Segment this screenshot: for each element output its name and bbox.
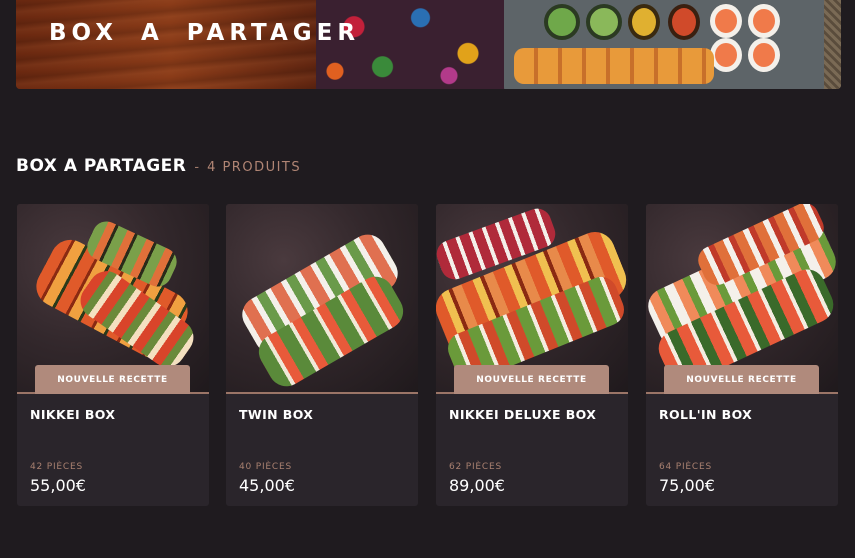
- category-banner: BOX A PARTAGER: [16, 0, 841, 89]
- product-name[interactable]: TWIN BOX: [239, 407, 313, 422]
- product-price: 55,00€: [30, 476, 86, 495]
- section-title: BOX A PARTAGER: [16, 156, 187, 176]
- product-image[interactable]: [226, 204, 418, 394]
- product-name[interactable]: NIKKEI DELUXE BOX: [449, 407, 596, 422]
- new-recipe-badge: NOUVELLE RECETTE: [35, 365, 190, 394]
- product-count: 4 PRODUITS: [207, 160, 302, 175]
- product-card-twin-box[interactable]: TWIN BOX 40 PIÈCES 45,00€: [226, 204, 418, 506]
- new-recipe-badge: NOUVELLE RECETTE: [664, 365, 819, 394]
- banner-title: BOX A PARTAGER: [49, 20, 361, 46]
- product-price: 75,00€: [659, 476, 715, 495]
- product-pieces: 40 PIÈCES: [239, 462, 292, 472]
- product-card-rollin-box[interactable]: NOUVELLE RECETTE ROLL'IN BOX 64 PIÈCES 7…: [646, 204, 838, 506]
- product-card-nikkei-box[interactable]: NOUVELLE RECETTE NIKKEI BOX 42 PIÈCES 55…: [17, 204, 209, 506]
- product-card-nikkei-deluxe-box[interactable]: NOUVELLE RECETTE NIKKEI DELUXE BOX 62 PI…: [436, 204, 628, 506]
- product-price: 45,00€: [239, 476, 295, 495]
- new-recipe-badge: NOUVELLE RECETTE: [454, 365, 609, 394]
- banner-wicker-decoration: [824, 0, 841, 89]
- product-pieces: 62 PIÈCES: [449, 462, 502, 472]
- banner-sushi-tray-image: [504, 0, 824, 89]
- product-name[interactable]: ROLL'IN BOX: [659, 407, 752, 422]
- product-pieces: 64 PIÈCES: [659, 462, 712, 472]
- section-header: BOX A PARTAGER -4 PRODUITS: [16, 156, 301, 176]
- product-price: 89,00€: [449, 476, 505, 495]
- section-separator: -: [194, 158, 200, 174]
- product-pieces: 42 PIÈCES: [30, 462, 83, 472]
- product-name[interactable]: NIKKEI BOX: [30, 407, 115, 422]
